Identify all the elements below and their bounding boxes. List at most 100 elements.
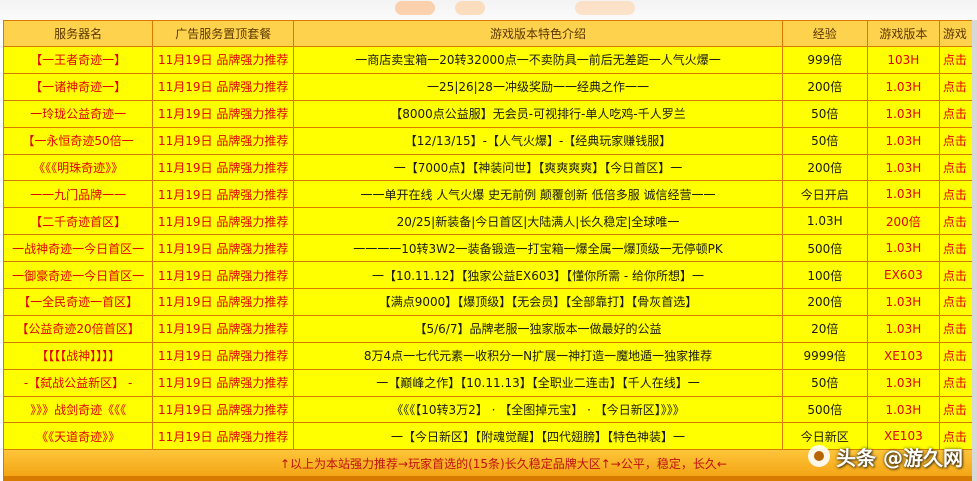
table-row[interactable]: 【一全民奇迹一首区】 11月19日 品牌强力推荐 【满点9000】【爆顶级】【无… bbox=[4, 289, 977, 315]
server-name-link[interactable]: 一一九门品牌一一 bbox=[4, 181, 153, 208]
exp-cell: 9999倍 bbox=[782, 342, 867, 369]
server-name-link[interactable]: 《《《明珠奇迹》》 bbox=[4, 154, 153, 181]
exp-cell: 20倍 bbox=[782, 315, 867, 342]
intro-link[interactable]: 一一一一10转3W2一装备锻造一打宝箱一爆全属一爆顶级一无停顿PK bbox=[294, 235, 782, 262]
table-row[interactable]: -【弑战公益新区】 - 11月19日 品牌强力推荐 一【巅峰之作】【10.11.… bbox=[4, 369, 977, 396]
exp-cell: 999倍 bbox=[782, 47, 867, 73]
header-intro: 游戏版本特色介绍 bbox=[294, 21, 782, 46]
exp-cell: 1.03H bbox=[782, 208, 867, 235]
server-name-link[interactable]: 《《天道奇迹》》 bbox=[4, 423, 153, 450]
ad-time-cell: 11月19日 品牌强力推荐 bbox=[153, 127, 294, 154]
version-cell: 1.03H bbox=[867, 235, 939, 262]
server-name-link[interactable]: 【一诸神奇迹一】 bbox=[4, 73, 153, 100]
version-cell: EX603 bbox=[867, 262, 939, 289]
exp-cell: 50倍 bbox=[782, 100, 867, 127]
server-name-link[interactable]: 【一王者奇迹一】 bbox=[4, 47, 153, 73]
ad-time-cell: 11月19日 品牌强力推荐 bbox=[153, 235, 294, 262]
version-cell: 1.03H bbox=[867, 73, 939, 100]
exp-cell: 50倍 bbox=[782, 369, 867, 396]
ad-time-cell: 11月19日 品牌强力推荐 bbox=[153, 154, 294, 181]
exp-cell: 500倍 bbox=[782, 396, 867, 423]
intro-link[interactable]: 一一单开在线 人气火爆 史无前例 颠覆创新 低倍多服 诚信经营一一 bbox=[294, 181, 782, 208]
ad-time-cell: 11月19日 品牌强力推荐 bbox=[153, 423, 294, 450]
ad-time-cell: 11月19日 品牌强力推荐 bbox=[153, 181, 294, 208]
server-list-panel: 服务器名 广告服务置顶套餐 游戏版本特色介绍 经验 游戏版本 游戏 【一王者奇迹… bbox=[3, 20, 977, 481]
server-name-link[interactable]: 【【【【战神】】】】 bbox=[4, 342, 153, 369]
server-name-link[interactable]: 》》》战剑奇迹《《《 bbox=[4, 396, 153, 423]
intro-link[interactable]: 一商店卖宝箱一20转32000点一不卖防具一前后无差距一人气火爆一 bbox=[294, 47, 782, 73]
table-row[interactable]: 》》》战剑奇迹《《《 11月19日 品牌强力推荐 《《《【10转3万2】 · 【… bbox=[4, 396, 977, 423]
ad-time-cell: 11月19日 品牌强力推荐 bbox=[153, 369, 294, 396]
vertical-scrollbar[interactable] bbox=[972, 20, 977, 481]
exp-cell: 50倍 bbox=[782, 127, 867, 154]
intro-link[interactable]: 【8000点公益服】无会员-可视排行-单人吃鸡-千人罗兰 bbox=[294, 100, 782, 127]
table-row[interactable]: 【一诸神奇迹一】 11月19日 品牌强力推荐 一25|26|28一冲级奖励一一经… bbox=[4, 73, 977, 100]
ad-time-cell: 11月19日 品牌强力推荐 bbox=[153, 73, 294, 100]
watermark-text: 头条 @游久网 bbox=[836, 445, 963, 470]
version-cell: 1.03H bbox=[867, 127, 939, 154]
exp-cell: 500倍 bbox=[782, 235, 867, 262]
header-version: 游戏版本 bbox=[867, 21, 939, 46]
version-cell: 200倍 bbox=[867, 208, 939, 235]
intro-link[interactable]: 《《《【10转3万2】 · 【全图掉元宝】 · 【今日新区】》》》 bbox=[294, 396, 782, 423]
table-row[interactable]: 《《《明珠奇迹》》 11月19日 品牌强力推荐 一【7000点】【神装问世】【爽… bbox=[4, 154, 977, 181]
ad-time-cell: 11月19日 品牌强力推荐 bbox=[153, 47, 294, 73]
version-cell: 1.03H bbox=[867, 289, 939, 315]
header-server-name: 服务器名 bbox=[4, 21, 153, 46]
exp-cell: 200倍 bbox=[782, 154, 867, 181]
version-cell: 1.03H bbox=[867, 315, 939, 342]
table-row[interactable]: 【公益奇迹20倍首区】 11月19日 品牌强力推荐 【5/6/7】品牌老服一独家… bbox=[4, 315, 977, 342]
server-table: 服务器名 广告服务置顶套餐 游戏版本特色介绍 经验 游戏版本 游戏 【一王者奇迹… bbox=[3, 20, 977, 477]
top-blob-decoration bbox=[395, 1, 435, 15]
exp-cell: 100倍 bbox=[782, 262, 867, 289]
table-row[interactable]: 【一王者奇迹一】 11月19日 品牌强力推荐 一商店卖宝箱一20转32000点一… bbox=[4, 47, 977, 73]
table-row[interactable]: 一玲珑公益奇迹一 11月19日 品牌强力推荐 【8000点公益服】无会员-可视排… bbox=[4, 100, 977, 127]
ad-time-cell: 11月19日 品牌强力推荐 bbox=[153, 315, 294, 342]
header-ad-package: 广告服务置顶套餐 bbox=[153, 21, 294, 46]
top-blob-decoration bbox=[455, 1, 485, 15]
browser-top-strip bbox=[0, 0, 977, 20]
watermark: 头条 @游久网 bbox=[808, 441, 963, 471]
intro-link[interactable]: 【满点9000】【爆顶级】【无会员】【全部靠打】【骨灰首选】 bbox=[294, 289, 782, 315]
version-cell: 1.03H bbox=[867, 396, 939, 423]
ad-time-cell: 11月19日 品牌强力推荐 bbox=[153, 262, 294, 289]
server-name-link[interactable]: 一战神奇迹一今日首区一 bbox=[4, 235, 153, 262]
server-name-link[interactable]: 【一全民奇迹一首区】 bbox=[4, 289, 153, 315]
ad-time-cell: 11月19日 品牌强力推荐 bbox=[153, 342, 294, 369]
table-header-row: 服务器名 广告服务置顶套餐 游戏版本特色介绍 经验 游戏版本 游戏 bbox=[4, 21, 977, 46]
intro-link[interactable]: 一25|26|28一冲级奖励一一经典之作一一 bbox=[294, 73, 782, 100]
version-cell: 1.03H bbox=[867, 100, 939, 127]
exp-cell: 今日开启 bbox=[782, 181, 867, 208]
server-name-link[interactable]: 【公益奇迹20倍首区】 bbox=[4, 315, 153, 342]
version-cell: XE103 bbox=[867, 342, 939, 369]
intro-link[interactable]: 8万4点一七代元素一收积分一N扩展一神打造一魔地遁一独家推荐 bbox=[294, 342, 782, 369]
logo-icon bbox=[808, 445, 830, 467]
header-exp: 经验 bbox=[782, 21, 867, 46]
server-name-link[interactable]: 一玲珑公益奇迹一 bbox=[4, 100, 153, 127]
intro-link[interactable]: 20/25|新装备|今日首区|大陆满人|长久稳定|全球唯一 bbox=[294, 208, 782, 235]
intro-link[interactable]: 一【今日新区】【附魂觉醒】【四代翅膀】【特色神装】一 bbox=[294, 423, 782, 450]
ad-time-cell: 11月19日 品牌强力推荐 bbox=[153, 289, 294, 315]
intro-link[interactable]: 一【巅峰之作】【10.11.13】【全职业二连击】【千人在线】一 bbox=[294, 369, 782, 396]
table-row[interactable]: 一御豪奇迹一今日首区一 11月19日 品牌强力推荐 一【10.11.12】【独家… bbox=[4, 262, 977, 289]
exp-cell: 200倍 bbox=[782, 289, 867, 315]
version-cell: 1.03H bbox=[867, 369, 939, 396]
table-row[interactable]: 【【【【战神】】】】 11月19日 品牌强力推荐 8万4点一七代元素一收积分一N… bbox=[4, 342, 977, 369]
version-cell: 1.03H bbox=[867, 181, 939, 208]
intro-link[interactable]: 一【7000点】【神装问世】【爽爽爽爽】【今日首区】一 bbox=[294, 154, 782, 181]
server-name-link[interactable]: 【一永恒奇迹50倍一 bbox=[4, 127, 153, 154]
table-row[interactable]: 一一九门品牌一一 11月19日 品牌强力推荐 一一单开在线 人气火爆 史无前例 … bbox=[4, 181, 977, 208]
ad-time-cell: 11月19日 品牌强力推荐 bbox=[153, 396, 294, 423]
server-name-link[interactable]: -【弑战公益新区】 - bbox=[4, 369, 153, 396]
server-name-link[interactable]: 【二千奇迹首区】 bbox=[4, 208, 153, 235]
server-name-link[interactable]: 一御豪奇迹一今日首区一 bbox=[4, 262, 153, 289]
exp-cell: 200倍 bbox=[782, 73, 867, 100]
table-row[interactable]: 【二千奇迹首区】 11月19日 品牌强力推荐 20/25|新装备|今日首区|大陆… bbox=[4, 208, 977, 235]
intro-link[interactable]: 【12/13/15】-【人气火爆】-【经典玩家赚钱服】 bbox=[294, 127, 782, 154]
intro-link[interactable]: 一【10.11.12】【独家公益EX603】【懂你所需 - 给你所想】一 bbox=[294, 262, 782, 289]
version-cell: 103H bbox=[867, 47, 939, 73]
version-cell: 1.03H bbox=[867, 154, 939, 181]
table-row[interactable]: 【一永恒奇迹50倍一 11月19日 品牌强力推荐 【12/13/15】-【人气火… bbox=[4, 127, 977, 154]
table-row[interactable]: 一战神奇迹一今日首区一 11月19日 品牌强力推荐 一一一一10转3W2一装备锻… bbox=[4, 235, 977, 262]
intro-link[interactable]: 【5/6/7】品牌老服一独家版本一做最好的公益 bbox=[294, 315, 782, 342]
